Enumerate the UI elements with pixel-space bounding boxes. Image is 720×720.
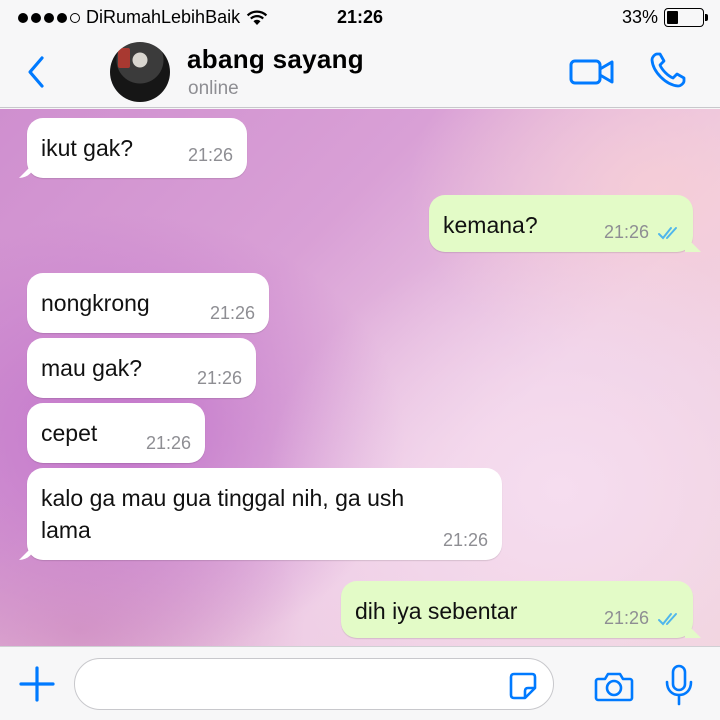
battery-percent: 33% xyxy=(621,7,658,27)
message-time: 21:26 xyxy=(604,608,650,628)
message-bubble-incoming[interactable]: cepet 21:26 xyxy=(27,403,205,463)
message-bubble-outgoing[interactable]: dih iya sebentar 21:26 xyxy=(341,581,693,638)
chevron-left-icon[interactable] xyxy=(22,52,52,92)
avatar[interactable] xyxy=(110,42,170,102)
message-time: 21:26 xyxy=(145,433,191,453)
read-receipt-icon xyxy=(658,227,677,240)
contact-name[interactable]: abang sayang xyxy=(187,44,364,75)
message-bubble-incoming[interactable]: mau gak? 21:26 xyxy=(27,338,256,398)
chat-area[interactable]: ikut gak? 21:26 kemana? 21:26 nongkrong … xyxy=(0,109,720,646)
sticker-icon[interactable] xyxy=(508,671,538,701)
video-camera-icon[interactable] xyxy=(568,54,616,90)
battery-icon xyxy=(664,8,708,27)
message-bubble-incoming[interactable]: nongkrong 21:26 xyxy=(27,273,269,333)
microphone-icon[interactable] xyxy=(664,664,694,706)
chat-header: abang sayang online xyxy=(0,36,720,108)
camera-icon[interactable] xyxy=(594,669,634,703)
message-bubble-incoming[interactable]: kalo ga mau gua tinggal nih, ga ush lama… xyxy=(27,468,502,560)
battery-fill xyxy=(667,11,678,24)
message-time: 21:26 xyxy=(196,368,242,388)
message-time: 21:26 xyxy=(442,530,488,550)
message-time: 21:26 xyxy=(187,145,233,165)
plus-icon[interactable] xyxy=(18,665,56,703)
message-bubble-outgoing[interactable]: kemana? 21:26 xyxy=(429,195,693,252)
message-text: kalo ga mau gua tinggal nih, ga ush lama xyxy=(41,482,404,546)
message-text: nongkrong xyxy=(41,290,150,316)
message-time: 21:26 xyxy=(209,303,255,323)
message-line: kalo ga mau gua tinggal nih, ga ush xyxy=(41,485,405,511)
message-input[interactable] xyxy=(74,658,554,710)
message-time: 21:26 xyxy=(604,222,650,242)
message-line: lama xyxy=(41,517,91,543)
message-text: ikut gak? xyxy=(41,135,134,161)
message-text: cepet xyxy=(41,420,98,446)
message-input-bar xyxy=(0,646,720,720)
message-text: kemana? xyxy=(443,212,538,238)
read-receipt-icon xyxy=(658,613,677,626)
phone-icon[interactable] xyxy=(648,50,688,90)
message-text: mau gak? xyxy=(41,355,143,381)
contact-status: online xyxy=(188,78,239,99)
status-bar: DiRumahLebihBaik 21:26 33% xyxy=(0,0,720,36)
status-right: 33% xyxy=(621,7,708,28)
message-bubble-incoming[interactable]: ikut gak? 21:26 xyxy=(27,118,247,178)
message-text: dih iya sebentar xyxy=(355,598,518,624)
status-time: 21:26 xyxy=(336,7,384,27)
